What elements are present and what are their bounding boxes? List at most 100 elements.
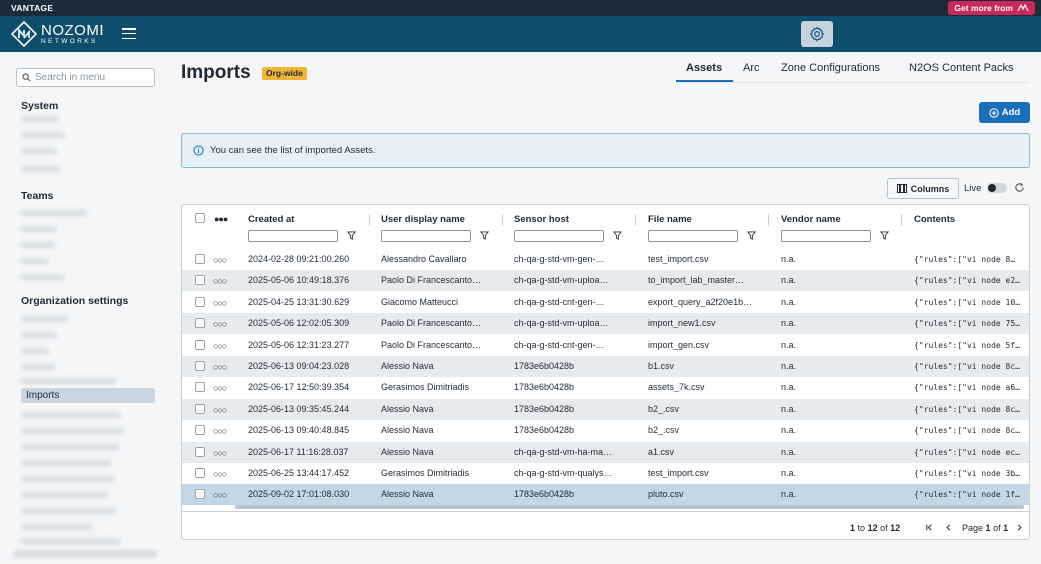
sidebar-item-blurred[interactable] (21, 348, 49, 354)
sidebar-item-blurred[interactable] (21, 242, 55, 248)
sidebar-item-blurred[interactable] (21, 428, 125, 434)
row-checkbox[interactable] (195, 339, 205, 350)
row-actions-icon[interactable]: ○○○ (213, 383, 227, 393)
filter-created-at-input[interactable] (248, 230, 338, 242)
table-row[interactable]: ○○○ 2025-06-17 12:50:39.354 Gerasimos Dimi… (182, 377, 1029, 398)
header-user-display-name[interactable]: User display name (381, 214, 465, 225)
sidebar-item-blurred[interactable] (21, 538, 121, 544)
sidebar-item-blurred[interactable] (21, 258, 49, 264)
row-actions-icon[interactable]: ○○○ (213, 490, 227, 500)
sidebar-item-blurred[interactable] (21, 274, 65, 280)
row-checkbox[interactable] (195, 275, 205, 286)
row-actions-icon[interactable]: ○○○ (213, 426, 227, 436)
sidebar-item-blurred[interactable] (21, 332, 57, 338)
tab-arc[interactable]: Arc (743, 62, 760, 74)
row-actions-icon[interactable]: ○○○ (213, 298, 227, 308)
column-separator[interactable] (768, 214, 769, 226)
filter-file-name-input[interactable] (648, 230, 738, 242)
row-actions-menu-icon[interactable]: ●●● (214, 214, 228, 224)
next-page-icon[interactable] (1015, 523, 1024, 532)
add-button[interactable]: Add (979, 102, 1030, 123)
header-vendor-name[interactable]: Vendor name (781, 214, 841, 225)
table-row[interactable]: ○○○ 2025-06-13 09:04:23.028 Alessio Nava 17… (182, 356, 1029, 377)
sidebar-item-blurred[interactable] (21, 460, 111, 466)
filter-icon[interactable] (747, 231, 756, 240)
get-more-button[interactable]: Get more from (948, 1, 1035, 15)
column-separator[interactable] (502, 214, 503, 226)
sidebar-item-blurred[interactable] (21, 412, 121, 418)
sidebar-item-blurred[interactable] (21, 116, 59, 122)
column-separator[interactable] (901, 214, 902, 226)
tab-assets[interactable]: Assets (686, 62, 722, 74)
row-checkbox[interactable] (195, 403, 205, 414)
filter-vendor-name-input[interactable] (781, 230, 871, 242)
header-contents[interactable]: Contents (914, 214, 955, 225)
menu-search[interactable] (16, 68, 155, 87)
row-actions-icon[interactable]: ○○○ (213, 362, 227, 372)
row-checkbox[interactable] (195, 446, 205, 457)
table-row[interactable]: ○○○ 2025-06-13 09:35:45.244 Alessio Nava 17… (182, 398, 1029, 420)
row-actions-icon[interactable]: ○○○ (213, 405, 227, 415)
column-separator[interactable] (635, 214, 636, 226)
previous-page-icon[interactable] (944, 523, 953, 532)
table-row[interactable]: ○○○ 2025-05-06 12:31:23.277 Paolo Di Franc… (182, 335, 1029, 356)
sidebar-item-blurred[interactable] (21, 210, 87, 216)
filter-icon[interactable] (480, 231, 489, 240)
sidebar-item-blurred[interactable] (21, 132, 65, 138)
sidebar-item-blurred[interactable] (21, 476, 115, 482)
sidebar-item-blurred[interactable] (21, 508, 117, 514)
table-row[interactable]: ○○○ 2025-06-17 11:16:28.037 Alessio Nava ch… (182, 441, 1029, 463)
tab-zone-configurations[interactable]: Zone Configurations (781, 62, 880, 74)
filter-sensor-host-input[interactable] (514, 230, 604, 242)
filter-icon[interactable] (613, 231, 622, 240)
columns-button[interactable]: Columns (887, 178, 959, 199)
header-file-name[interactable]: File name (648, 214, 692, 225)
nozomi-logo[interactable]: NOZOMI NETWORKS (11, 21, 104, 47)
first-page-icon[interactable] (925, 523, 934, 532)
table-row[interactable]: ○○○ 2025-05-06 10:49:18.376 Paolo Di Franc… (182, 270, 1029, 292)
header-created-at[interactable]: Created at (248, 214, 294, 225)
table-row[interactable]: ○○○ 2025-06-13 09:40:48.845 Alessio Nava 17… (182, 420, 1029, 441)
horizontal-scrollbar[interactable] (235, 505, 1024, 509)
select-all-checkbox[interactable] (195, 213, 205, 223)
table-row[interactable]: ○○○ 2025-06-25 13:44:17.452 Gerasimos Dimi… (182, 463, 1029, 484)
row-actions-icon[interactable]: ○○○ (213, 255, 227, 265)
sidebar-item-blurred[interactable] (21, 226, 57, 232)
tab-n2os-content-packs[interactable]: N2OS Content Packs (909, 62, 1014, 74)
filter-user-input[interactable] (381, 230, 471, 242)
sidebar-item-blurred[interactable] (21, 166, 61, 172)
sidebar-item-imports[interactable]: Imports (21, 388, 155, 403)
table-row[interactable]: ○○○ 2025-04-25 13:31:30.629 Giacomo Matteu… (182, 292, 1029, 313)
menu-icon[interactable] (122, 28, 136, 39)
menu-search-input[interactable] (35, 72, 145, 83)
sidebar-item-blurred[interactable] (21, 492, 109, 498)
row-checkbox[interactable] (195, 468, 205, 478)
row-checkbox[interactable] (195, 361, 205, 371)
sidebar-item-blurred[interactable] (21, 364, 55, 370)
row-actions-icon[interactable]: ○○○ (213, 276, 227, 286)
table-row[interactable]: ○○○ 2025-05-06 12:02:05.309 Paolo Di Franc… (182, 313, 1029, 335)
row-actions-icon[interactable]: ○○○ (213, 469, 227, 479)
row-checkbox[interactable] (195, 425, 205, 436)
row-checkbox[interactable] (195, 382, 205, 393)
row-checkbox[interactable] (195, 254, 205, 264)
sidebar-item-blurred[interactable] (21, 524, 93, 530)
settings-button[interactable] (801, 21, 833, 47)
refresh-icon[interactable] (1014, 182, 1025, 193)
row-actions-icon[interactable]: ○○○ (213, 448, 227, 458)
sidebar-item-blurred[interactable] (21, 316, 69, 322)
table-row[interactable]: ○○○ 2024-02-28 09:21:00.260 Alessandro Cav… (182, 249, 1029, 270)
header-sensor-host[interactable]: Sensor host (514, 214, 569, 225)
row-checkbox[interactable] (195, 296, 205, 307)
row-checkbox[interactable] (195, 489, 205, 500)
row-actions-icon[interactable]: ○○○ (213, 319, 227, 329)
live-toggle[interactable] (987, 183, 1007, 193)
sidebar-item-blurred[interactable] (21, 148, 57, 154)
column-separator[interactable] (369, 214, 370, 226)
filter-icon[interactable] (347, 231, 356, 240)
sidebar-item-blurred[interactable] (21, 444, 119, 450)
row-checkbox[interactable] (195, 318, 205, 329)
table-row[interactable]: ○○○ 2025-09-02 17:01:08.030 Alessio Nava 17… (182, 484, 1029, 506)
sidebar-item-blurred[interactable] (21, 378, 117, 384)
row-actions-icon[interactable]: ○○○ (213, 341, 227, 351)
